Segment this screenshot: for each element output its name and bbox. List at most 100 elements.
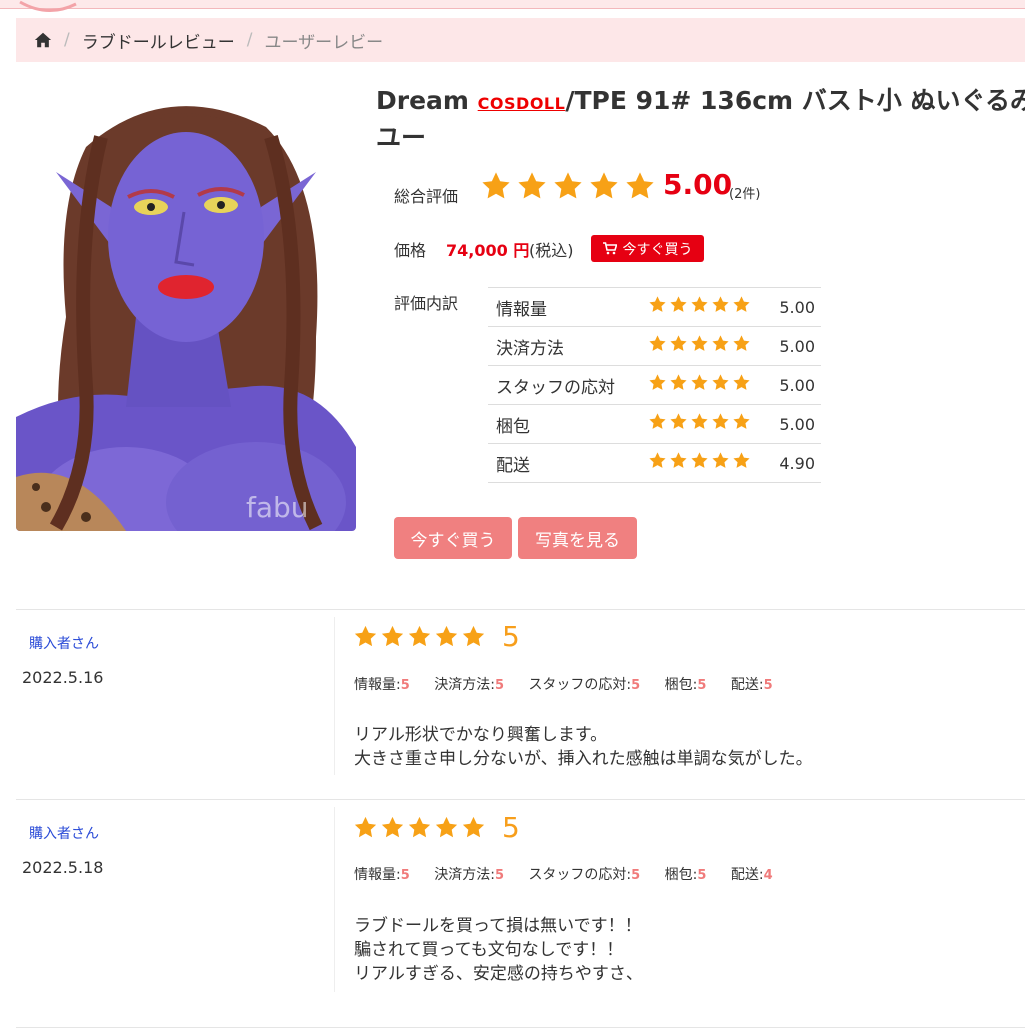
review-score: 5 (502, 620, 520, 653)
sub-rating-value: 5 (697, 868, 707, 883)
header-decoration (19, 0, 77, 12)
brand-link[interactable]: COSDOLL (478, 94, 566, 113)
breakdown-value: 5.00 (766, 365, 821, 405)
breakdown-stars (648, 443, 766, 483)
breakdown-value: 5.00 (766, 326, 821, 366)
top-strip (0, 0, 1025, 9)
product-title: Dream COSDOLL/TPE 91# 136cm バスト小 ぬいぐるみ (376, 84, 1025, 121)
breadcrumb: / ラブドールレビュー / ユーザーレビー (16, 18, 1025, 62)
breadcrumb-current: ユーザーレビー (264, 32, 384, 53)
title-suffix: /TPE 91# 136cm バスト小 ぬいぐるみ (565, 86, 1025, 115)
review-line: 騙されて買っても文句なしです！！ (354, 940, 624, 960)
breakdown-row: 情報量 5.00 (488, 287, 821, 327)
sub-rating: 配送:4 (731, 867, 773, 883)
sub-rating: スタッフの応対:5 (528, 677, 640, 693)
sub-rating: 決済方法:5 (434, 867, 504, 883)
sub-rating-name: 梱包: (664, 677, 698, 693)
breakdown-value: 5.00 (766, 287, 821, 327)
review-stars (353, 815, 488, 845)
buy-now-small-button[interactable]: 今すぐ買う (591, 235, 704, 262)
review-divider (16, 1027, 1025, 1028)
breadcrumb-separator: / (246, 30, 253, 50)
title-prefix: Dream (376, 86, 478, 115)
review-divider (16, 799, 1025, 800)
buy-now-button[interactable]: 今すぐ買う (394, 517, 512, 559)
review-line: リアルすぎる、安定感の持ちやすさ、 (354, 964, 643, 984)
sub-rating-name: 梱包: (664, 867, 698, 883)
sub-rating-name: 配送: (730, 867, 764, 883)
sub-rating-name: スタッフの応対: (528, 677, 632, 693)
breakdown-name: 情報量 (488, 287, 648, 327)
breadcrumb-link-reviews[interactable]: ラブドールレビュー (82, 28, 235, 53)
view-photos-button[interactable]: 写真を見る (518, 517, 637, 559)
review-date: 2022.5.18 (22, 858, 104, 877)
breakdown-stars (648, 365, 766, 405)
review-text: ラブドールを買って損は無いです！！ 騙されて買っても文句なしです！！ リアルすぎ… (354, 914, 643, 986)
review-sub-ratings: 情報量:5 決済方法:5 スタッフの応対:5 梱包:5 配送:5 (354, 674, 793, 694)
sub-rating: 決済方法:5 (434, 677, 504, 693)
sub-rating-value: 5 (631, 868, 641, 883)
price-value: 74,000 円 (446, 241, 530, 260)
review-divider (16, 609, 1025, 610)
product-image[interactable]: fabu (16, 87, 356, 531)
sub-rating-name: 配送: (730, 677, 764, 693)
buy-now-small-label: 今すぐ買う (622, 241, 693, 258)
sub-rating-name: スタッフの応対: (528, 867, 632, 883)
breakdown-name: 決済方法 (488, 326, 648, 366)
breakdown-row: 梱包 5.00 (488, 404, 821, 444)
breakdown-row: 配送 4.90 (488, 443, 821, 483)
review-count: (2件) (729, 187, 761, 202)
sub-rating-value: 5 (494, 868, 504, 883)
sub-rating-value: 5 (631, 678, 641, 693)
review-stars (353, 624, 488, 654)
breakdown-name: 梱包 (488, 404, 648, 444)
price-tax-note: (税込) (529, 241, 574, 260)
breakdown-name: スタッフの応対 (488, 365, 648, 405)
overall-score: 5.00 (663, 168, 733, 201)
breakdown-value: 4.90 (766, 443, 821, 483)
sub-rating-name: 情報量: (354, 867, 401, 883)
breakdown-stars (648, 326, 766, 366)
review-column-divider (334, 617, 335, 775)
sub-rating-name: 決済方法: (434, 867, 495, 883)
sub-rating-value: 5 (697, 678, 707, 693)
reviewer-name[interactable]: 購入者さん (29, 633, 99, 653)
breakdown-name: 配送 (488, 443, 648, 483)
sub-rating-value: 5 (494, 678, 504, 693)
sub-rating-value: 4 (763, 868, 773, 883)
price-label: 価格 (394, 241, 427, 260)
svg-text:fabu: fabu (246, 491, 309, 524)
breakdown-stars (648, 404, 766, 444)
review-sub-ratings: 情報量:5 決済方法:5 スタッフの応対:5 梱包:5 配送:4 (354, 864, 793, 884)
review-text: リアル形状でかなり興奮します。 大きさ重さ申し分ないが、挿入れた感触は単調な気が… (354, 723, 813, 771)
review-line: ラブドールを買って損は無いです！！ (354, 916, 642, 936)
sub-rating: スタッフの応対:5 (528, 867, 640, 883)
breakdown-row: 決済方法 5.00 (488, 326, 821, 366)
breakdown-value: 5.00 (766, 404, 821, 444)
sub-rating: 梱包:5 (665, 867, 707, 883)
review-score: 5 (502, 811, 520, 844)
review-line: 大きさ重さ申し分ないが、挿入れた感触は単調な気がした。 (354, 749, 813, 769)
sub-rating: 情報量:5 (354, 867, 410, 883)
breakdown-label: 評価内訳 (394, 294, 459, 313)
sub-rating-name: 情報量: (354, 677, 401, 693)
sub-rating-value: 5 (400, 868, 410, 883)
product-title-line2: ユー (376, 123, 427, 152)
cart-icon (602, 242, 617, 255)
review-column-divider (334, 807, 335, 992)
home-icon[interactable] (34, 31, 52, 49)
sub-rating: 情報量:5 (354, 677, 410, 693)
sub-rating-value: 5 (400, 678, 410, 693)
sub-rating: 梱包:5 (665, 677, 707, 693)
overall-rating-label: 総合評価 (394, 187, 459, 206)
breakdown-stars (648, 287, 766, 327)
reviewer-name[interactable]: 購入者さん (29, 823, 99, 843)
sub-rating-name: 決済方法: (434, 677, 495, 693)
rating-breakdown-table: 情報量 5.00 決済方法 5.00 スタッフの応対 5.00 梱包 5.00 … (488, 287, 821, 483)
review-date: 2022.5.16 (22, 668, 104, 687)
review-line: リアル形状でかなり興奮します。 (354, 725, 608, 745)
sub-rating: 配送:5 (731, 677, 773, 693)
sub-rating-value: 5 (763, 678, 773, 693)
breadcrumb-separator: / (64, 30, 70, 50)
breakdown-row: スタッフの応対 5.00 (488, 365, 821, 405)
